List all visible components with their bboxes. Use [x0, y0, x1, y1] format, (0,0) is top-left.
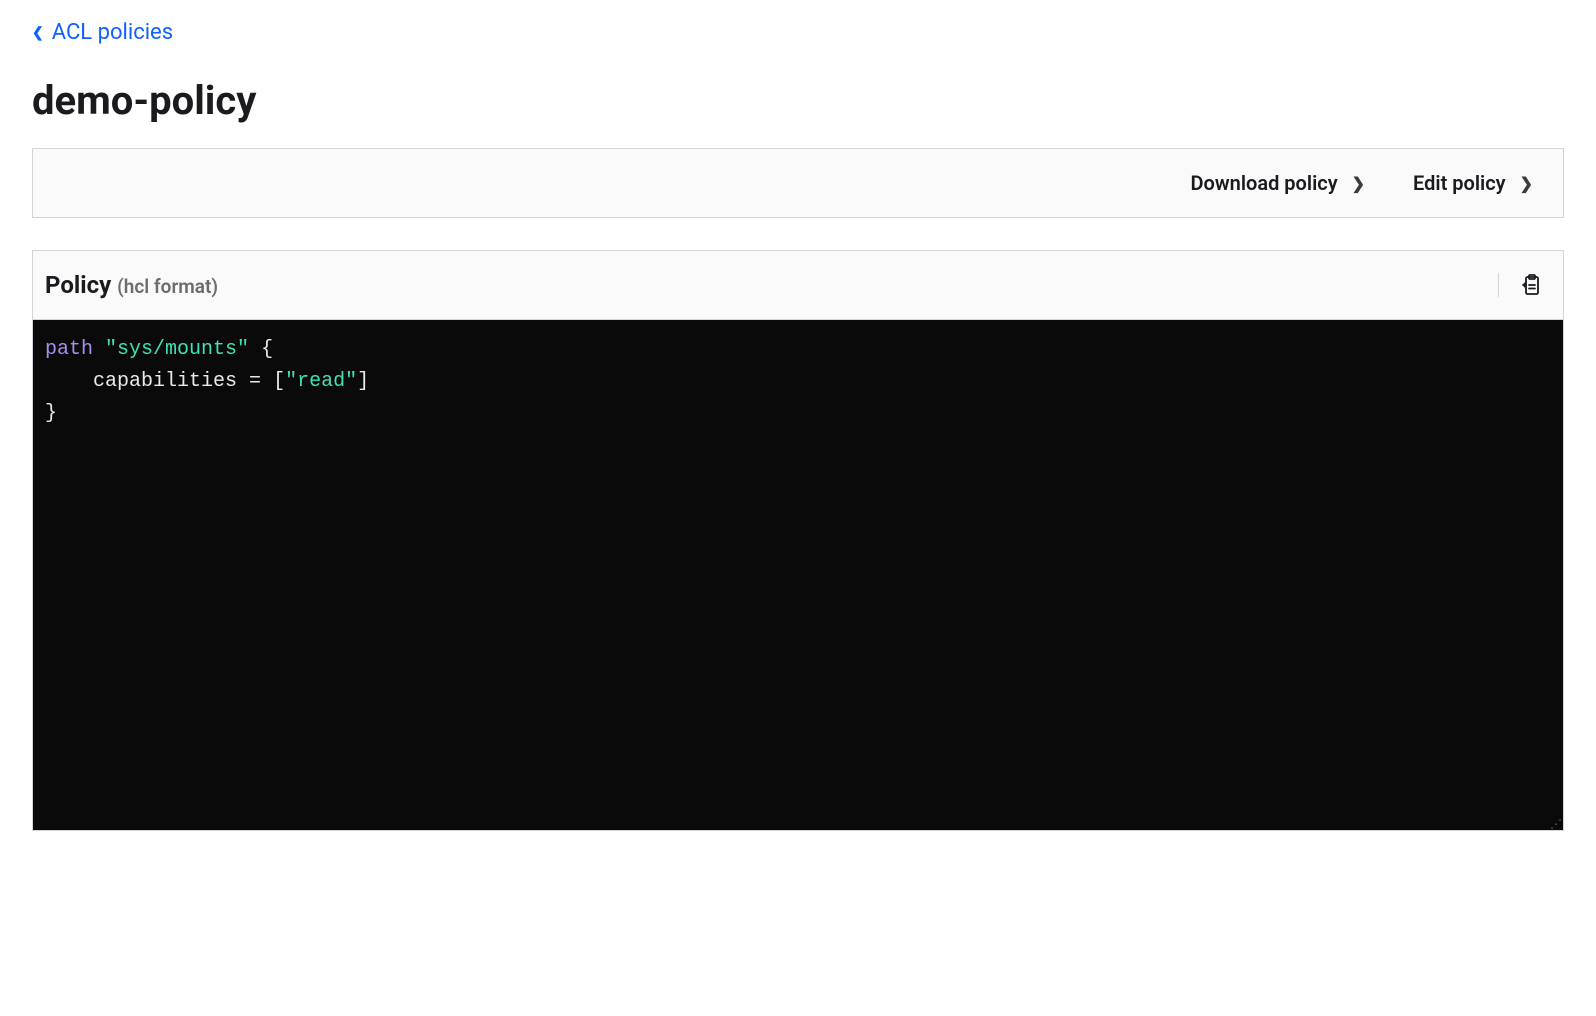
- code-brace: }: [45, 402, 57, 425]
- edit-policy-label: Edit policy: [1413, 171, 1506, 195]
- code-keyword: path: [45, 338, 93, 361]
- policy-header-title: Policy (hcl format): [45, 271, 218, 299]
- edit-policy-button[interactable]: Edit policy ❯: [1413, 171, 1533, 195]
- code-attribute: capabilities: [93, 370, 237, 393]
- policy-panel-header: Policy (hcl format): [33, 251, 1563, 320]
- chevron-right-icon: ❯: [1352, 174, 1365, 193]
- code-indent: [45, 370, 93, 393]
- clipboard-icon: [1519, 273, 1543, 297]
- code-brace: {: [249, 338, 273, 361]
- copy-button[interactable]: [1498, 273, 1543, 297]
- download-policy-label: Download policy: [1191, 171, 1338, 195]
- download-policy-button[interactable]: Download policy ❯: [1191, 171, 1366, 195]
- code-bracket: ]: [357, 370, 369, 393]
- toolbar: Download policy ❯ Edit policy ❯: [32, 148, 1564, 218]
- code-editor[interactable]: path "sys/mounts" { capabilities = ["rea…: [33, 320, 1563, 830]
- code-string: "sys/mounts": [105, 338, 249, 361]
- breadcrumb-parent-link[interactable]: ACL policies: [52, 20, 173, 45]
- code-equals: =: [237, 370, 273, 393]
- code-bracket: [: [273, 370, 285, 393]
- code-string: "read": [285, 370, 357, 393]
- page-title: demo-policy: [32, 77, 1564, 124]
- resize-handle-icon: ⋰: [1550, 822, 1561, 828]
- chevron-left-icon: ❮: [32, 25, 44, 41]
- policy-format-label: (hcl format): [117, 275, 218, 298]
- policy-panel: Policy (hcl format) path "sys/mounts" { …: [32, 250, 1564, 831]
- policy-label: Policy: [45, 271, 111, 299]
- chevron-right-icon: ❯: [1520, 174, 1533, 193]
- breadcrumb: ❮ ACL policies: [32, 20, 1564, 45]
